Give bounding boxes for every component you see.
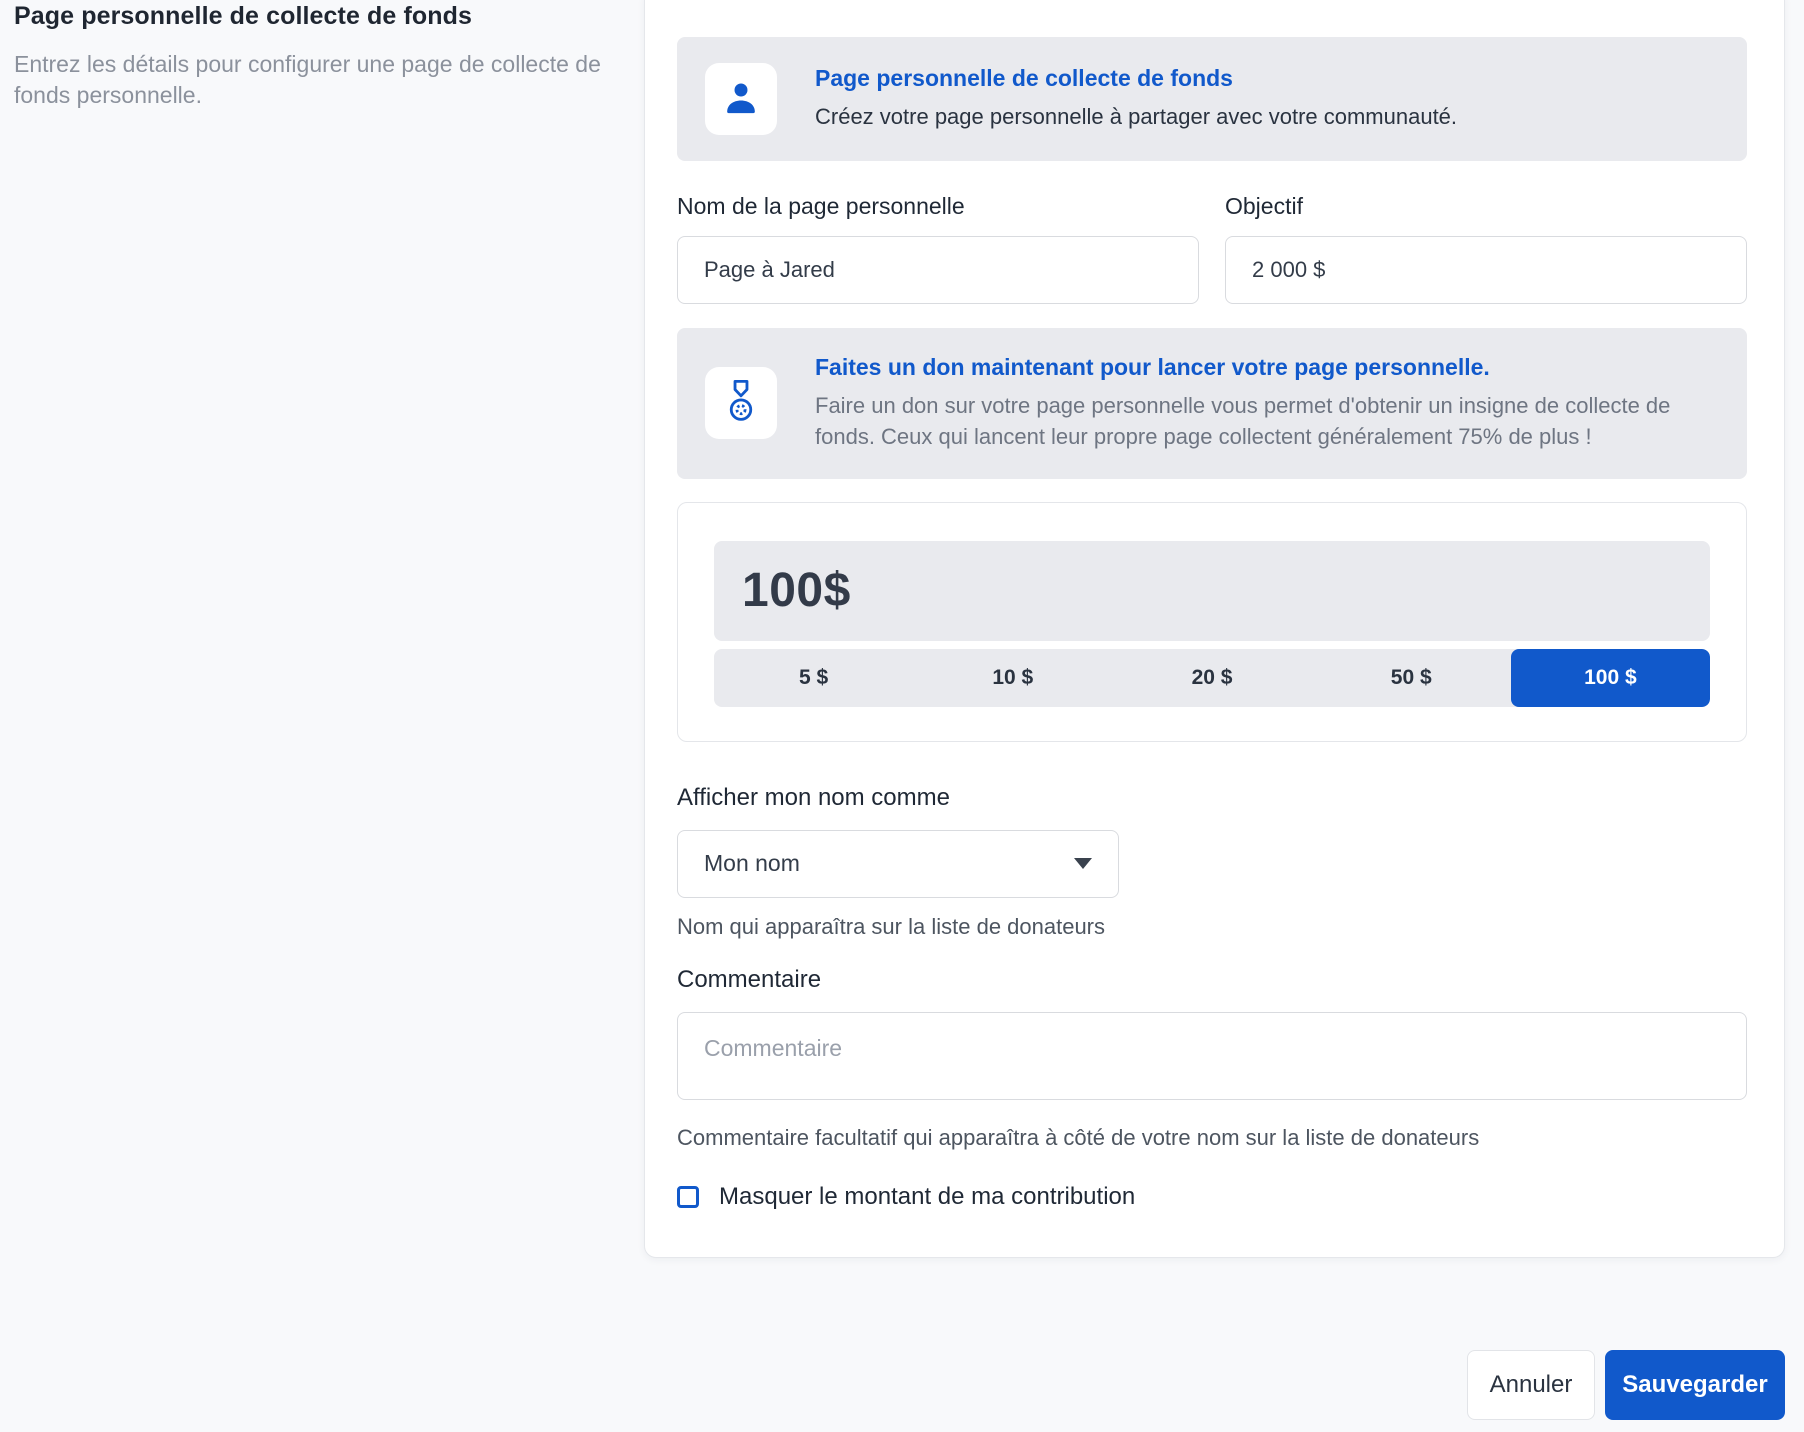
display-name-select[interactable]: Mon nom: [677, 830, 1119, 898]
donation-banner: Faites un don maintenant pour lancer vot…: [677, 328, 1747, 479]
fundraising-form-card: Page personnelle de collecte de fonds Cr…: [644, 0, 1785, 1258]
info-banner-description: Créez votre page personnelle à partager …: [815, 102, 1457, 133]
goal-label: Objectif: [1225, 193, 1747, 220]
amount-selector-card: 100$ 5 $ 10 $ 20 $ 50 $ 100 $: [677, 502, 1747, 742]
footer-actions: Annuler Sauvegarder: [1467, 1350, 1785, 1420]
amount-option-50[interactable]: 50 $: [1312, 649, 1511, 707]
display-name-label: Afficher mon nom comme: [677, 784, 1747, 812]
donation-banner-title: Faites un don maintenant pour lancer vot…: [815, 354, 1719, 381]
settings-description-panel: Page personnelle de collecte de fonds En…: [0, 0, 644, 111]
amount-display: 100$: [714, 541, 1710, 641]
donation-banner-description: Faire un don sur votre page personnelle …: [815, 391, 1719, 453]
page-description: Entrez les détails pour configurer une p…: [14, 49, 604, 111]
field-row: Nom de la page personnelle Objectif: [677, 193, 1747, 304]
comment-textarea[interactable]: [677, 1012, 1747, 1100]
save-button[interactable]: Sauvegarder: [1605, 1350, 1785, 1420]
amount-option-100[interactable]: 100 $: [1511, 649, 1710, 707]
user-icon: [720, 76, 762, 123]
page-title: Page personnelle de collecte de fonds: [14, 2, 604, 31]
goal-input[interactable]: [1225, 236, 1747, 304]
info-banner: Page personnelle de collecte de fonds Cr…: [677, 37, 1747, 161]
amount-option-5[interactable]: 5 $: [714, 649, 913, 707]
cancel-button[interactable]: Annuler: [1467, 1350, 1595, 1420]
comment-helper: Commentaire facultatif qui apparaîtra à …: [677, 1125, 1747, 1151]
medal-icon-tile: [705, 367, 777, 439]
user-icon-tile: [705, 63, 777, 135]
amount-option-20[interactable]: 20 $: [1112, 649, 1311, 707]
display-name-selected-value: Mon nom: [704, 850, 800, 877]
amount-preset-row: 5 $ 10 $ 20 $ 50 $ 100 $: [714, 649, 1710, 707]
info-banner-title: Page personnelle de collecte de fonds: [815, 65, 1457, 92]
hide-amount-checkbox[interactable]: [677, 1186, 699, 1208]
amount-option-10[interactable]: 10 $: [913, 649, 1112, 707]
page-name-input[interactable]: [677, 236, 1199, 304]
page-name-label: Nom de la page personnelle: [677, 193, 1199, 220]
amount-display-value: 100$: [742, 563, 851, 618]
comment-label: Commentaire: [677, 966, 1747, 994]
medal-icon: [722, 379, 760, 428]
caret-down-icon: [1074, 858, 1092, 869]
hide-amount-label: Masquer le montant de ma contribution: [719, 1183, 1135, 1211]
hide-amount-row[interactable]: Masquer le montant de ma contribution: [677, 1183, 1747, 1211]
display-name-helper: Nom qui apparaîtra sur la liste de donat…: [677, 914, 1747, 940]
